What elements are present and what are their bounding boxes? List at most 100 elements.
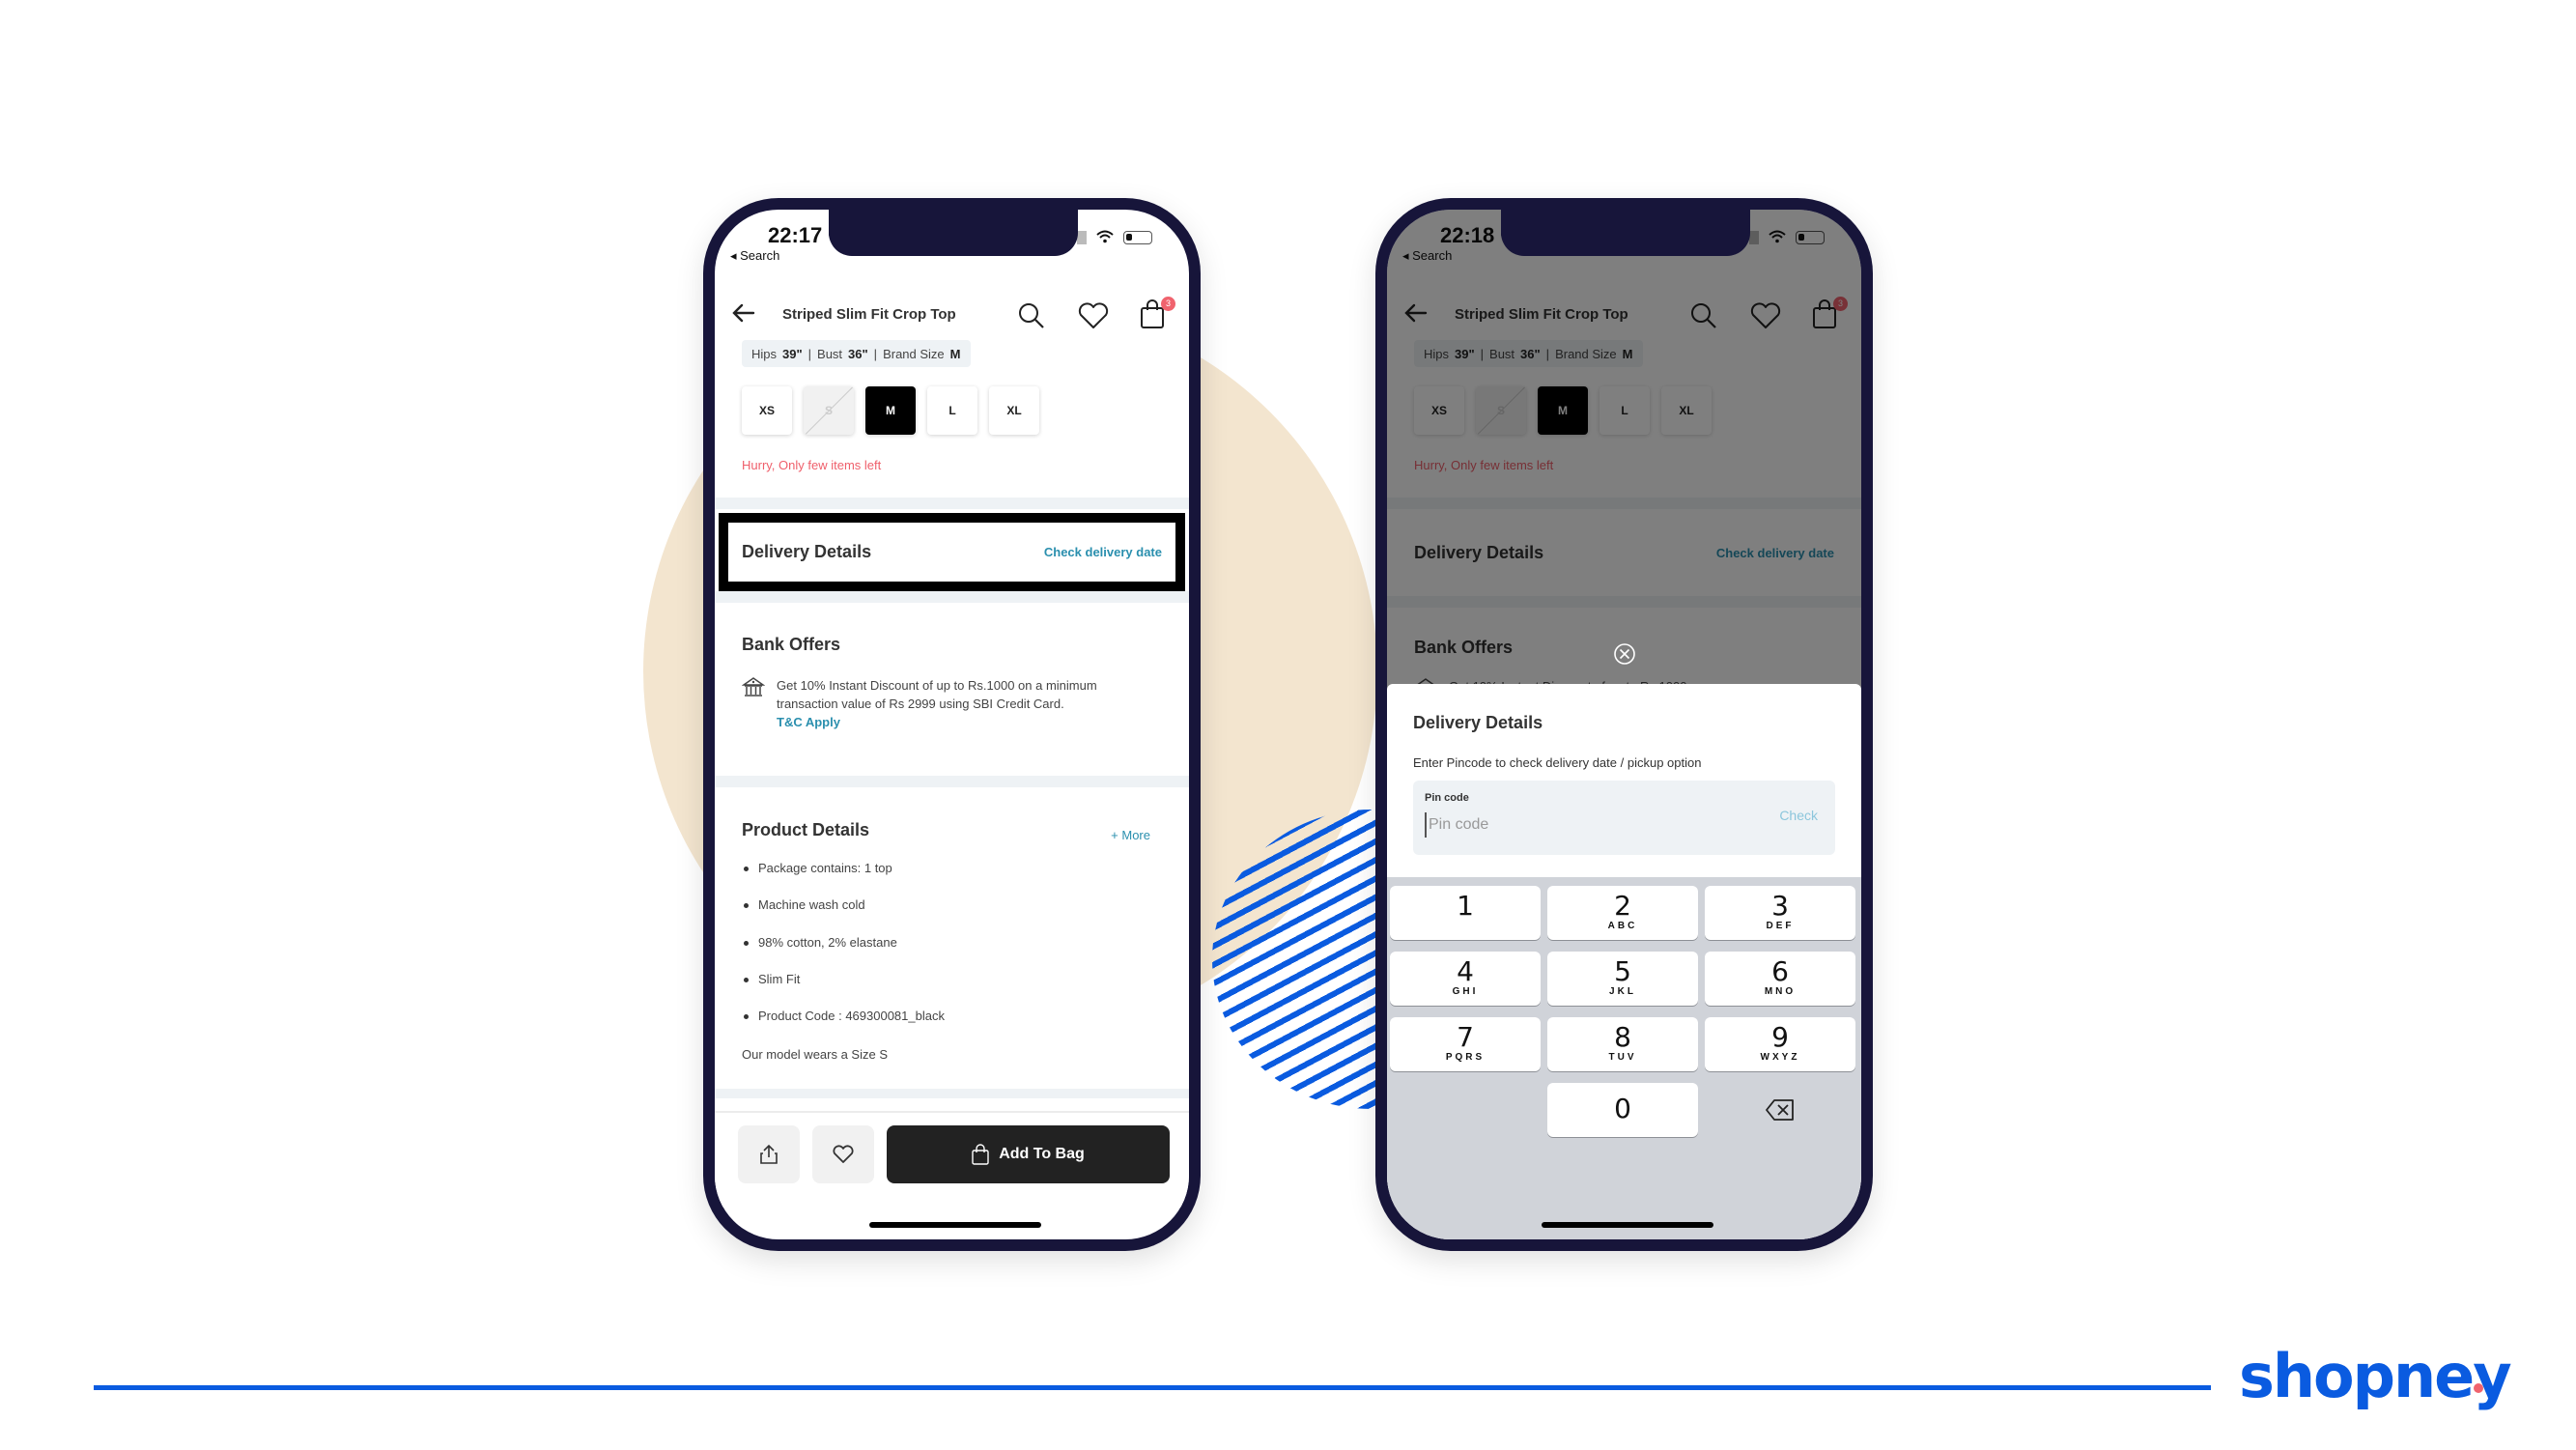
key-letters: JKL [1609,986,1636,997]
key-2[interactable]: 2 ABC [1547,886,1698,940]
key-letters: WXYZ [1760,1052,1800,1063]
section-divider [715,591,1189,603]
status-time: 22:17 [768,223,823,247]
key-digit: 9 [1771,1021,1789,1053]
key-letters: PQRS [1445,1052,1486,1063]
size-option-xs[interactable]: XS [742,386,792,435]
check-delivery-date-link[interactable]: Check delivery date [1044,545,1162,559]
key-digit: 6 [1771,955,1789,987]
section-divider [715,498,1189,509]
wishlist-button[interactable] [812,1125,874,1183]
list-item-text: Package contains: 1 top [758,861,892,875]
bottom-action-bar: Add To Bag [715,1111,1189,1208]
phone-notch [1501,210,1750,256]
footer-divider-line [94,1385,2211,1390]
logo-dot [2474,1383,2483,1393]
heart-icon [833,1145,854,1163]
check-pincode-button[interactable]: Check [1779,808,1818,823]
search-icon[interactable] [1018,302,1045,334]
product-details-title: Product Details [742,820,870,839]
home-indicator [869,1222,1041,1228]
sheet-subtitle: Enter Pincode to check delivery date / p… [1413,755,1702,770]
hips-value: 39" [782,346,803,361]
key-1[interactable]: 1 [1390,886,1541,940]
key-letters: ABC [1607,921,1638,931]
size-option-s: S [804,386,854,435]
backspace-icon [1766,1099,1794,1121]
back-arrow-icon[interactable] [732,300,755,327]
size-option-xl[interactable]: XL [989,386,1039,435]
list-item-text: Slim Fit [758,971,801,986]
bullet [744,903,749,909]
pincode-label: Pin code [1425,792,1469,804]
wifi-icon [1096,229,1114,246]
key-4[interactable]: 4 GHI [1390,952,1541,1006]
bullet [744,867,749,871]
bullet [744,977,749,982]
key-letters: GHI [1452,986,1479,997]
bust-value: 36" [848,346,868,361]
key-digit: 1 [1457,890,1474,922]
bust-label: Bust [817,346,843,361]
key-5[interactable]: 5 JKL [1547,952,1698,1006]
key-6[interactable]: 6 MNO [1705,952,1855,1006]
delivery-details-title: Delivery Details [742,542,872,561]
stock-warning: Hurry, Only few items left [742,458,882,472]
shopping-bag-icon [972,1144,989,1165]
key-7[interactable]: 7 PQRS [1390,1017,1541,1071]
shopney-logo: shopney [2239,1341,2512,1411]
home-indicator [1542,1222,1713,1228]
delivery-details-row[interactable]: Delivery Details Check delivery date [719,513,1185,591]
pincode-input[interactable] [1425,812,1714,838]
cart-count-badge: 3 [1161,297,1175,311]
share-button[interactable] [738,1125,800,1183]
bullet [744,940,749,946]
share-icon [760,1144,778,1164]
key-letters: TUV [1608,1052,1637,1063]
more-details-link[interactable]: + More [1111,828,1150,842]
list-item: Slim Fit [742,972,945,1009]
list-item: Product Code : 469300081_black [742,1009,945,1045]
numeric-keypad: 1 2 ABC 3 DEF 4 GHI 5 JKL 6 MNO 7 PQRS 8 TUV 9W… [1387,877,1861,1239]
size-measurements: Hips 39" | Bust 36" | Brand Size M [742,340,971,367]
phone-notch [829,210,1078,256]
hips-label: Hips [751,346,778,361]
list-item-text: 98% cotton, 2% elastane [758,934,897,950]
close-modal-icon[interactable] [1613,642,1636,670]
size-option-m[interactable]: M [865,386,916,435]
section-divider [715,776,1189,787]
key-0[interactable]: 0 [1547,1083,1698,1137]
bank-offer-text: Get 10% Instant Discount of up to Rs.100… [777,678,1097,711]
brand-size-value: M [949,346,961,361]
phone-screen: 22:18 ◂ Search Striped Slim Fit Crop Top [1387,210,1861,1239]
key-letters: DEF [1766,921,1795,931]
signal-icon [1077,231,1087,244]
key-digit: 5 [1614,955,1631,987]
bank-offers-title: Bank Offers [742,635,841,654]
size-option-l[interactable]: L [927,386,977,435]
key-letters: MNO [1764,986,1797,997]
product-title: Striped Slim Fit Crop Top [782,305,956,323]
brand-size-label: Brand Size [883,346,945,361]
battery-icon [1123,231,1152,244]
key-9[interactable]: 9 WXYZ [1705,1017,1855,1071]
phone-mockup-product-page: 22:17 ◂ Search Striped Slim Fit Crop Top [703,198,1201,1251]
terms-apply-link[interactable]: T&C Apply [777,713,1160,731]
key-digit: 8 [1614,1021,1631,1053]
key-8[interactable]: 8 TUV [1547,1017,1698,1071]
key-3[interactable]: 3 DEF [1705,886,1855,940]
size-selector: XS S M L XL [742,386,1039,435]
pincode-field: Pin code Check [1413,781,1835,855]
key-digit: 3 [1771,890,1789,922]
backspace-key[interactable] [1705,1083,1855,1137]
key-digit: 4 [1457,955,1474,987]
status-indicators [1077,229,1152,246]
key-digit: 2 [1614,890,1631,922]
list-item: Machine wash cold [742,897,945,934]
back-to-search-link[interactable]: ◂ Search [730,248,779,264]
sheet-title: Delivery Details [1413,713,1543,732]
add-to-bag-button[interactable]: Add To Bag [887,1125,1170,1183]
section-divider [715,1089,1189,1098]
wishlist-heart-icon[interactable] [1078,302,1109,334]
key-digit: 0 [1614,1093,1631,1124]
